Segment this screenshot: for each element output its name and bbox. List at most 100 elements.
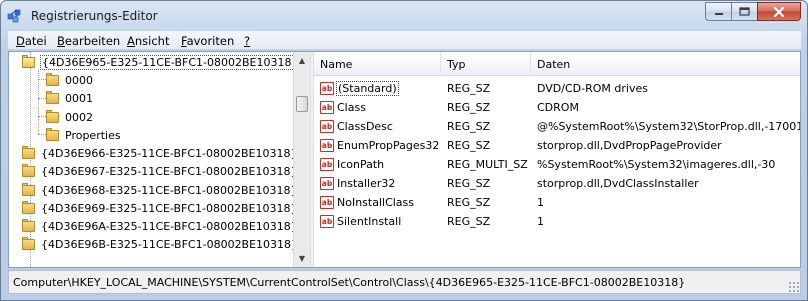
menu-label: nsicht [134, 34, 170, 48]
menu-label: avoriten [186, 34, 235, 48]
tree-item[interactable]: {4D36E96A-E325-11CE-BFC1-08002BE10318} [21, 217, 298, 235]
client-area: {4D36E965-E325-11CE-BFC1-08002BE10318} 0… [8, 51, 801, 268]
value-row[interactable]: ab NoInstallClass REG_SZ 1 [314, 193, 800, 212]
value-data: CDROM [537, 101, 579, 114]
menu-mnemonic: D [16, 34, 25, 48]
tree-item[interactable]: {4D36E96B-E325-11CE-BFC1-08002BE10318} [21, 235, 298, 253]
value-name: ClassDesc [337, 120, 393, 133]
tree-item[interactable]: {4D36E968-E325-11CE-BFC1-08002BE10318} [21, 181, 298, 199]
value-row[interactable]: ab Installer32 REG_SZ storprop.dll,DvdCla… [314, 174, 800, 193]
value-data: storprop.dll,DvdClassInstaller [537, 177, 699, 190]
minimize-button[interactable] [705, 2, 731, 21]
folder-icon [45, 91, 61, 105]
folder-icon [45, 110, 61, 124]
value-name: Class [337, 101, 366, 114]
value-type: REG_MULTI_SZ [447, 158, 528, 171]
list-header: Name Typ Daten [314, 52, 800, 76]
menu-label: atei [24, 34, 47, 48]
string-value-icon: ab [320, 82, 334, 95]
scrollbar-thumb[interactable] [296, 96, 308, 112]
menu-datei[interactable]: Datei [16, 34, 47, 48]
value-list[interactable]: Name Typ Daten ab (Standard) REG_SZ DVD/C… [314, 52, 800, 267]
menu-help[interactable]: ? [244, 34, 250, 48]
tree-item-child[interactable]: 0001 [45, 89, 93, 107]
maximize-button[interactable] [731, 2, 757, 21]
close-button[interactable] [757, 2, 801, 21]
tree-item[interactable]: {4D36E969-E325-11CE-BFC1-08002BE10318} [21, 199, 298, 217]
tree-item[interactable]: {4D36E967-E325-11CE-BFC1-08002BE10318} [21, 162, 298, 180]
tree-item-label: Properties [65, 128, 121, 142]
folder-open-icon [21, 55, 37, 69]
value-type: REG_SZ [447, 196, 491, 209]
string-value-icon: ab [320, 196, 334, 209]
value-type: REG_SZ [447, 101, 491, 114]
menu-mnemonic: A [127, 34, 135, 48]
scroll-up-icon[interactable]: ▲ [294, 52, 310, 69]
tree-item-child[interactable]: 0002 [45, 108, 93, 126]
folder-icon [21, 219, 37, 233]
scroll-down-icon[interactable]: ▼ [294, 250, 310, 267]
tree-item-label: 0000 [65, 73, 93, 87]
title-bar[interactable]: Registrierungs-Editor [1, 1, 807, 31]
tree-item-label: {4D36E965-E325-11CE-BFC1-08002BE10318} [40, 54, 301, 70]
folder-icon [21, 201, 37, 215]
value-row[interactable]: ab IconPath REG_MULTI_SZ %SystemRoot%\Sys… [314, 155, 800, 174]
tree-vertical-scrollbar[interactable]: ▲ ▼ [293, 52, 310, 267]
tree-item-label: {4D36E966-E325-11CE-BFC1-08002BE10318} [41, 146, 298, 160]
tree-item-child[interactable]: 0000 [45, 71, 93, 89]
value-type: REG_SZ [447, 215, 491, 228]
tree-item-label: 0001 [65, 91, 93, 105]
tree-item-child[interactable]: Properties [45, 126, 121, 144]
value-name: (Standard) [336, 81, 399, 96]
string-value-icon: ab [320, 215, 334, 228]
window-title: Registrierungs-Editor [31, 9, 158, 23]
value-row[interactable]: ab SilentInstall REG_SZ 1 [314, 212, 800, 231]
menu-mnemonic: B [57, 34, 65, 48]
tree-item-label: {4D36E96B-E325-11CE-BFC1-08002BE10318} [41, 237, 299, 251]
menu-favoriten[interactable]: Favoriten [181, 34, 234, 48]
folder-icon [21, 237, 37, 251]
value-data: 1 [537, 215, 544, 228]
tree-item-label: 0002 [65, 110, 93, 124]
value-data: %SystemRoot%\System32\imageres.dll,-30 [537, 158, 776, 171]
key-tree[interactable]: {4D36E965-E325-11CE-BFC1-08002BE10318} 0… [9, 52, 310, 267]
tree-item-label: {4D36E96A-E325-11CE-BFC1-08002BE10318} [41, 219, 298, 233]
folder-icon [21, 164, 37, 178]
value-type: REG_SZ [447, 177, 491, 190]
tree-item-label: {4D36E969-E325-11CE-BFC1-08002BE10318} [41, 201, 298, 215]
menu-mnemonic: ? [244, 34, 251, 48]
string-value-icon: ab [320, 177, 334, 190]
close-icon [773, 6, 785, 17]
value-name: Installer32 [337, 177, 396, 190]
tree-item[interactable]: {4D36E966-E325-11CE-BFC1-08002BE10318} [21, 144, 298, 162]
maximize-icon [739, 7, 750, 16]
folder-icon [21, 146, 37, 160]
menu-ansicht[interactable]: Ansicht [127, 34, 169, 48]
minimize-icon [714, 12, 723, 15]
value-type: REG_SZ [447, 120, 491, 133]
string-value-icon: ab [320, 139, 334, 152]
value-row[interactable]: ab EnumPropPages32 REG_SZ storprop.dll,Dv… [314, 136, 800, 155]
menu-label: earbeiten [64, 34, 121, 48]
folder-icon [45, 128, 61, 142]
value-row[interactable]: ab ClassDesc REG_SZ @%SystemRoot%\System3… [314, 117, 800, 136]
status-path: Computer\HKEY_LOCAL_MACHINE\SYSTEM\Curre… [13, 276, 686, 289]
tree-item-selected[interactable]: {4D36E965-E325-11CE-BFC1-08002BE10318} [21, 53, 301, 71]
value-row[interactable]: ab (Standard) REG_SZ DVD/CD-ROM drives [314, 79, 800, 98]
column-header-type[interactable]: Typ [441, 52, 531, 76]
value-data: 1 [537, 196, 544, 209]
column-header-data[interactable]: Daten [531, 52, 800, 76]
value-row[interactable]: ab Class REG_SZ CDROM [314, 98, 800, 117]
value-data: @%SystemRoot%\System32\StorProp.dll,-170… [537, 120, 800, 133]
status-bar: Computer\HKEY_LOCAL_MACHINE\SYSTEM\Curre… [8, 270, 801, 294]
value-name: NoInstallClass [337, 196, 415, 209]
folder-icon [21, 183, 37, 197]
resize-grip-icon[interactable] [788, 281, 799, 292]
menu-bar: Datei Bearbeiten Ansicht Favoriten ? [8, 31, 801, 50]
menu-bearbeiten[interactable]: Bearbeiten [57, 34, 120, 48]
column-header-name[interactable]: Name [314, 52, 441, 76]
registry-editor-window: Registrierungs-Editor Datei Bearbeiten A… [0, 0, 808, 301]
value-type: REG_SZ [447, 82, 491, 95]
value-data: DVD/CD-ROM drives [537, 82, 648, 95]
string-value-icon: ab [320, 120, 334, 133]
